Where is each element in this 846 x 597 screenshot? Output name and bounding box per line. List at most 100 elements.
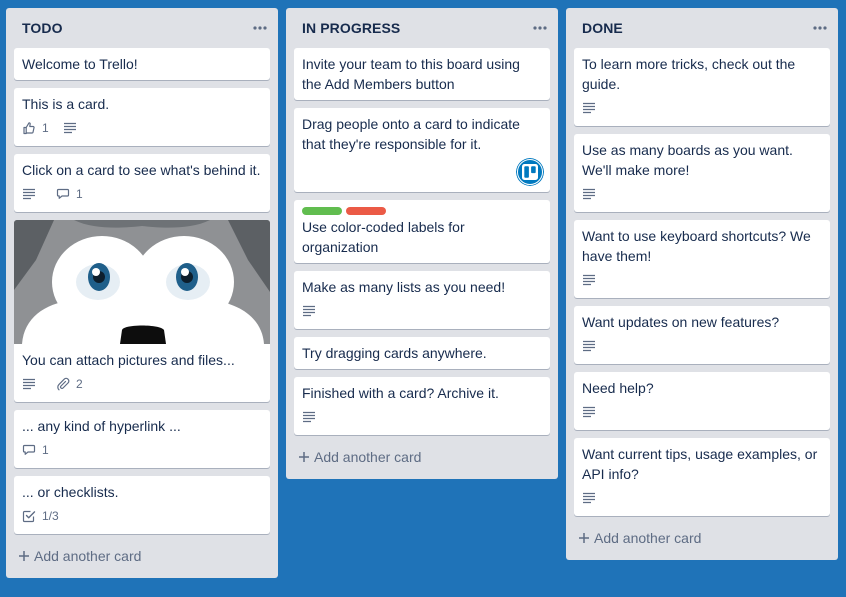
card-title: Make as many lists as you need! [302, 279, 506, 295]
card[interactable]: Want to use keyboard shortcuts? We have … [574, 220, 830, 298]
card-badges: 2 [22, 374, 262, 394]
list-menu-button[interactable] [808, 18, 832, 38]
card-title: Want updates on new features? [582, 314, 780, 330]
card-title: Want to use keyboard shortcuts? We have … [582, 228, 811, 264]
card-title: Need help? [582, 380, 654, 396]
list-title[interactable]: DONE [582, 20, 623, 36]
card-title: This is a card. [22, 96, 110, 112]
card-title: Finished with a card? Archive it. [302, 385, 499, 401]
likes-badge: 1 [22, 121, 49, 135]
comments-badge: 1 [56, 187, 83, 201]
attachments-badge: 2 [56, 377, 83, 391]
card[interactable]: Try dragging cards anywhere. [294, 337, 550, 369]
card-badges [302, 407, 542, 427]
card[interactable]: This is a card. 1 [14, 88, 270, 146]
description-icon [23, 188, 35, 200]
thumbs-up-icon [23, 122, 35, 135]
card[interactable]: Want updates on new features? [574, 306, 830, 364]
plus-icon [19, 551, 29, 561]
card-badges [582, 402, 822, 422]
checklist-icon [22, 510, 36, 523]
red-label[interactable] [346, 207, 386, 215]
description-badge [582, 274, 602, 286]
list-menu-button[interactable] [248, 18, 272, 38]
card[interactable]: You can attach pictures and files... 2 [14, 220, 270, 402]
comment-icon [56, 188, 70, 199]
plus-icon [299, 452, 309, 462]
description-badge [302, 305, 322, 317]
list-title[interactable]: TODO [22, 20, 63, 36]
card-badges [582, 184, 822, 204]
card-title: You can attach pictures and files... [22, 352, 235, 368]
list-title[interactable]: IN PROGRESS [302, 20, 400, 36]
card[interactable]: ... any kind of hyperlink ... 1 [14, 410, 270, 468]
green-label[interactable] [302, 207, 342, 215]
add-card-button[interactable]: Add another card [14, 542, 270, 570]
more-icon [533, 26, 547, 30]
add-card-button[interactable]: Add another card [294, 443, 550, 471]
card-title: Use as many boards as you want. We'll ma… [582, 142, 793, 178]
add-card-button[interactable]: Add another card [574, 524, 830, 552]
add-card-label: Add another card [594, 530, 702, 546]
card-title: Use color-coded labels for organization [302, 219, 465, 255]
card[interactable]: Drag people onto a card to indicate that… [294, 108, 550, 192]
card-badges [582, 488, 822, 508]
card-badges: 1/3 [22, 506, 262, 526]
card[interactable]: Use as many boards as you want. We'll ma… [574, 134, 830, 212]
list-header: IN PROGRESS [294, 8, 550, 48]
card[interactable]: ... or checklists. 1/3 [14, 476, 270, 534]
card-title: Try dragging cards anywhere. [302, 345, 487, 361]
description-icon [23, 378, 35, 390]
card-badges [582, 98, 822, 118]
card-badges [582, 270, 822, 290]
description-badge [22, 378, 42, 390]
card-title: Welcome to Trello! [22, 56, 138, 72]
card-title: ... any kind of hyperlink ... [22, 418, 181, 434]
card[interactable]: Click on a card to see what's behind it.… [14, 154, 270, 212]
card-title: ... or checklists. [22, 484, 119, 500]
description-badge [582, 340, 602, 352]
description-icon [63, 122, 76, 134]
card[interactable]: Want current tips, usage examples, or AP… [574, 438, 830, 516]
comments-count: 1 [76, 187, 83, 201]
card-labels [302, 207, 542, 215]
trello-avatar[interactable] [516, 158, 544, 186]
card[interactable]: Use color-coded labels for organization [294, 200, 550, 263]
husky-cover-image [14, 220, 270, 344]
description-icon [583, 406, 595, 418]
paperclip-icon [57, 377, 70, 391]
card-badges [582, 336, 822, 356]
description-badge [582, 492, 602, 504]
card[interactable]: To learn more tricks, check out the guid… [574, 48, 830, 126]
list-done: DONE To learn more tricks, check out the… [566, 8, 838, 560]
card-badges: 1 [22, 118, 262, 138]
card-title: Click on a card to see what's behind it. [22, 162, 261, 178]
description-icon [583, 492, 595, 504]
card-title: Want current tips, usage examples, or AP… [582, 446, 818, 482]
description-icon [303, 305, 315, 317]
add-card-label: Add another card [314, 449, 422, 465]
description-badge [582, 406, 602, 418]
likes-count: 1 [42, 121, 49, 135]
card-badges [302, 301, 542, 321]
card[interactable]: Invite your team to this board using the… [294, 48, 550, 100]
card-title: Drag people onto a card to indicate that… [302, 116, 520, 152]
checklist-badge: 1/3 [22, 509, 59, 523]
card-title: To learn more tricks, check out the guid… [582, 56, 796, 92]
card[interactable]: Need help? [574, 372, 830, 430]
description-icon [583, 274, 595, 286]
card-badges: 1 [22, 184, 262, 204]
more-icon [253, 26, 267, 30]
plus-icon [579, 533, 589, 543]
add-card-label: Add another card [34, 548, 142, 564]
description-badge [302, 411, 322, 423]
attachments-count: 2 [76, 377, 83, 391]
checklist-progress: 1/3 [42, 509, 59, 523]
list-header: DONE [574, 8, 830, 48]
card[interactable]: Finished with a card? Archive it. [294, 377, 550, 435]
list-menu-button[interactable] [528, 18, 552, 38]
card[interactable]: Make as many lists as you need! [294, 271, 550, 329]
card[interactable]: Welcome to Trello! [14, 48, 270, 80]
description-icon [583, 102, 595, 114]
description-badge [63, 122, 83, 134]
